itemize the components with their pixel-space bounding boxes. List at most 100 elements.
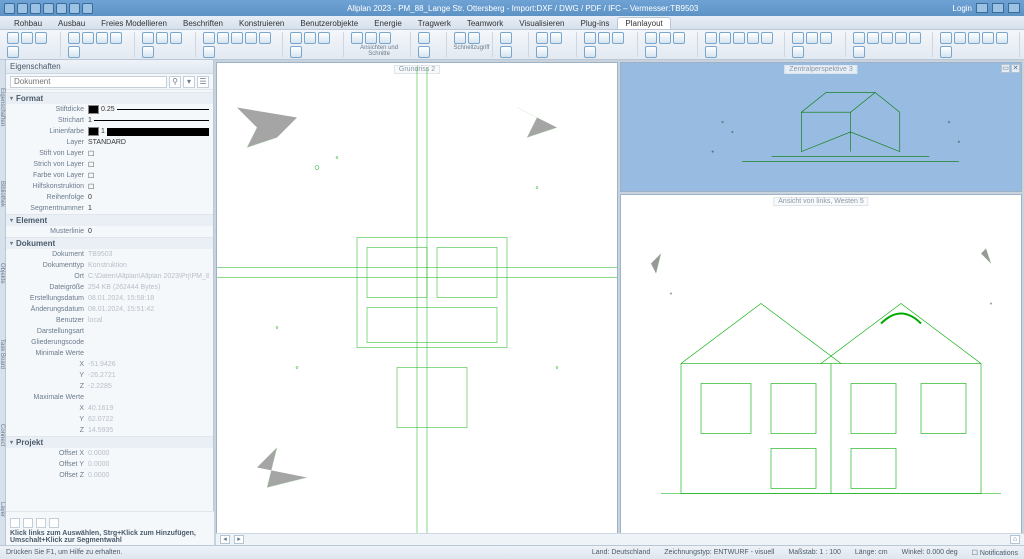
ribbon-button[interactable] xyxy=(940,32,952,44)
ribbon-button[interactable] xyxy=(290,46,302,58)
filter-funnel-icon[interactable]: ▾ xyxy=(183,76,195,88)
minimize-button[interactable] xyxy=(976,3,988,13)
section-projekt[interactable]: Projekt xyxy=(6,437,213,448)
ribbon-button[interactable] xyxy=(454,32,466,44)
ribbon-button[interactable] xyxy=(954,32,966,44)
nav-next-icon[interactable]: ▸ xyxy=(234,535,244,544)
ribbon-button[interactable] xyxy=(909,32,921,44)
ribbon-button[interactable] xyxy=(203,32,215,44)
ribbon-button[interactable] xyxy=(705,46,717,58)
filter-menu-icon[interactable]: ☰ xyxy=(197,76,209,88)
ribbon-button[interactable] xyxy=(705,32,717,44)
checkbox-stift-von-layer[interactable]: ☐ xyxy=(88,150,209,158)
view-perspective[interactable]: Zentralperspektive 3 ▭✕ xyxy=(620,62,1022,192)
footer-icon[interactable] xyxy=(10,518,20,528)
nav-prev-icon[interactable]: ◂ xyxy=(220,535,230,544)
status-massstab[interactable]: Maßstab: 1 : 100 xyxy=(788,549,841,556)
ribbon-button[interactable] xyxy=(68,46,80,58)
ribbon-button[interactable] xyxy=(659,32,671,44)
ribbon-button[interactable] xyxy=(365,32,377,44)
value-stiftdicke[interactable]: 0.25 xyxy=(101,106,115,113)
ribbon-button[interactable] xyxy=(21,32,33,44)
qat-button[interactable] xyxy=(56,3,67,14)
qat-button[interactable] xyxy=(82,3,93,14)
value-musterlinie[interactable]: 0 xyxy=(88,228,209,235)
tab-rohbau[interactable]: Rohbau xyxy=(6,17,50,29)
ribbon-button[interactable] xyxy=(719,32,731,44)
value-linienfarbe[interactable]: 1 xyxy=(101,128,105,135)
status-laenge[interactable]: Länge: cm xyxy=(855,549,888,556)
tab-freies-modellieren[interactable]: Freies Modellieren xyxy=(93,17,175,29)
ribbon-button[interactable] xyxy=(761,32,773,44)
panel-search-input[interactable] xyxy=(10,76,167,88)
ribbon-button[interactable] xyxy=(68,32,80,44)
status-winkel[interactable]: Winkel: 0.000 deg xyxy=(902,549,958,556)
ribbon-button[interactable] xyxy=(259,32,271,44)
ribbon-button[interactable] xyxy=(170,32,182,44)
maximize-button[interactable] xyxy=(992,3,1004,13)
ribbon-button[interactable] xyxy=(996,32,1008,44)
ribbon-button[interactable] xyxy=(853,32,865,44)
ribbon-button[interactable] xyxy=(318,32,330,44)
ribbon-button[interactable] xyxy=(550,32,562,44)
ribbon-button[interactable] xyxy=(747,32,759,44)
qat-button[interactable] xyxy=(43,3,54,14)
ribbon-button[interactable] xyxy=(584,32,596,44)
ribbon-button[interactable] xyxy=(203,46,215,58)
ribbon-button[interactable] xyxy=(968,32,980,44)
value-layer[interactable]: STANDARD xyxy=(88,139,209,146)
footer-icon[interactable] xyxy=(36,518,46,528)
tab-ausbau[interactable]: Ausbau xyxy=(50,17,93,29)
ribbon-button[interactable] xyxy=(536,46,548,58)
ribbon-button[interactable] xyxy=(612,32,624,44)
ribbon-button[interactable] xyxy=(895,32,907,44)
ribbon-button[interactable] xyxy=(217,32,229,44)
ribbon-button[interactable] xyxy=(645,32,657,44)
view-grundriss[interactable]: Grundriss 2 xyxy=(216,62,618,543)
ribbon-button[interactable] xyxy=(940,46,952,58)
ribbon-button[interactable] xyxy=(598,32,610,44)
ribbon-button[interactable] xyxy=(142,32,154,44)
ribbon-button[interactable] xyxy=(245,32,257,44)
ribbon-button[interactable] xyxy=(500,32,512,44)
section-format[interactable]: Format xyxy=(6,93,213,104)
filter-pin-icon[interactable]: ⚲ xyxy=(169,76,181,88)
login-link[interactable]: Login xyxy=(952,4,972,13)
ribbon-button[interactable] xyxy=(536,32,548,44)
ribbon-button[interactable] xyxy=(231,32,243,44)
tab-benutzerobjekte[interactable]: Benutzerobjekte xyxy=(292,17,366,29)
ribbon-button[interactable] xyxy=(7,32,19,44)
ribbon-button[interactable] xyxy=(584,46,596,58)
ribbon-button[interactable] xyxy=(792,46,804,58)
ribbon-button[interactable] xyxy=(468,32,480,44)
qat-button[interactable] xyxy=(4,3,15,14)
ribbon-button[interactable] xyxy=(7,46,19,58)
qat-button[interactable] xyxy=(69,3,80,14)
ribbon-button[interactable] xyxy=(35,32,47,44)
ribbon-button[interactable] xyxy=(142,46,154,58)
ribbon-button[interactable] xyxy=(881,32,893,44)
tab-teamwork[interactable]: Teamwork xyxy=(459,17,511,29)
tab-visualisieren[interactable]: Visualisieren xyxy=(511,17,572,29)
tab-planlayout[interactable]: Planlayout xyxy=(617,17,670,29)
view-elevation[interactable]: Ansicht von links, Westen 5 xyxy=(620,194,1022,543)
ribbon-button[interactable] xyxy=(645,46,657,58)
section-dokument[interactable]: Dokument xyxy=(6,238,213,249)
ribbon-button[interactable] xyxy=(290,32,302,44)
value-reihenfolge[interactable]: 0 xyxy=(88,194,209,201)
ribbon-button[interactable] xyxy=(673,32,685,44)
status-zeichnungstyp[interactable]: Zeichnungstyp: ENTWURF - visuell xyxy=(664,549,774,556)
checkbox-strich-von-layer[interactable]: ☐ xyxy=(88,161,209,169)
ribbon-button[interactable] xyxy=(82,32,94,44)
ribbon-button[interactable] xyxy=(853,46,865,58)
ribbon-button[interactable] xyxy=(500,46,512,58)
pen-swatch[interactable] xyxy=(88,105,99,114)
value-segmentnummer[interactable]: 1 xyxy=(88,205,209,212)
ribbon-button[interactable] xyxy=(304,32,316,44)
tab-energie[interactable]: Energie xyxy=(366,17,410,29)
checkbox-farbe-von-layer[interactable]: ☐ xyxy=(88,172,209,180)
ribbon-button[interactable] xyxy=(351,32,363,44)
ribbon-button[interactable] xyxy=(982,32,994,44)
value-strichart[interactable]: 1 xyxy=(88,117,92,124)
ribbon-button[interactable] xyxy=(733,32,745,44)
